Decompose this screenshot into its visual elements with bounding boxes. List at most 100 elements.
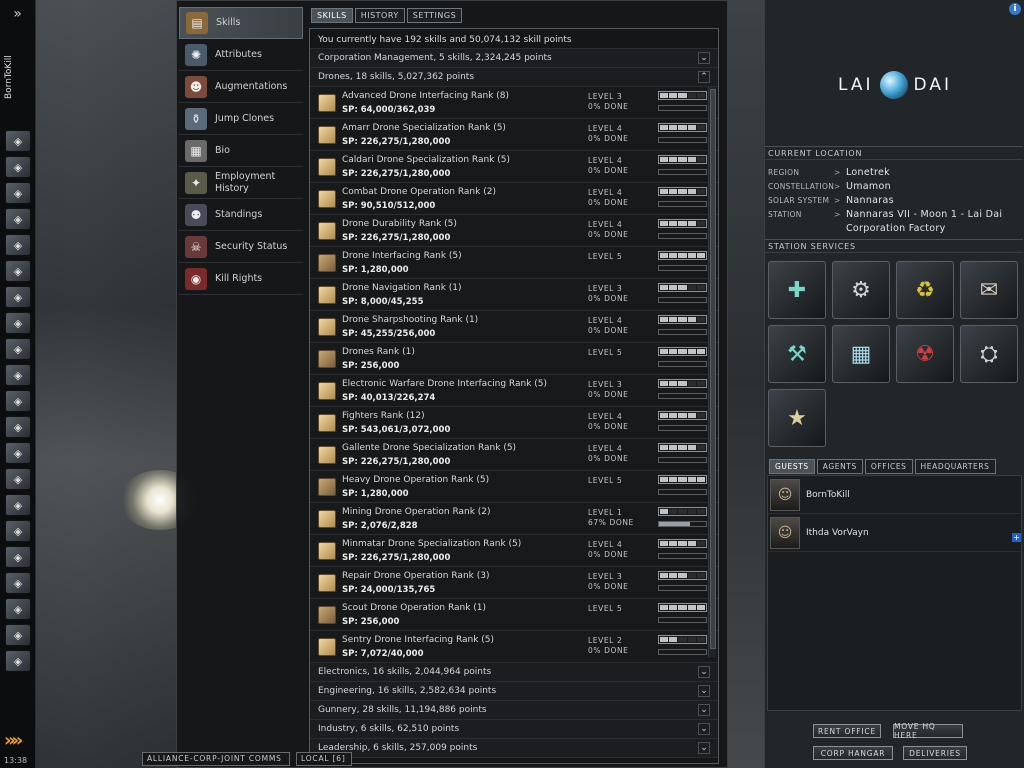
help-icon[interactable]: ◈ — [5, 442, 31, 464]
skill-row[interactable]: Drone Sharpshooting Rank (1) SP: 45,255/2… — [310, 311, 718, 343]
skill-row[interactable]: Sentry Drone Interfacing Rank (5) SP: 7,0… — [310, 631, 718, 663]
corp-hangar-button[interactable]: CORP HANGAR — [813, 746, 893, 760]
skill-group-header[interactable]: Industry, 6 skills, 62,510 points ⌄ — [310, 720, 718, 739]
skills-scrollbar[interactable] — [708, 87, 716, 657]
skill-row[interactable]: Drone Interfacing Rank (5) SP: 1,280,000 L… — [310, 247, 718, 279]
guest-row[interactable]: ☺ BornToKill — [768, 476, 1021, 514]
expand-icon[interactable]: ⌄ — [698, 742, 710, 754]
neocom-toggle-icon[interactable]: »» — [4, 730, 23, 751]
market-icon[interactable]: ✉ — [960, 261, 1018, 319]
guest-name[interactable]: Ithda VorVayn — [806, 528, 869, 538]
skill-row[interactable]: Mining Drone Operation Rank (2) SP: 2,076… — [310, 503, 718, 535]
skill-row[interactable]: Drone Navigation Rank (1) SP: 8,000/45,25… — [310, 279, 718, 311]
people-icon[interactable]: ◈ — [5, 546, 31, 568]
calculator-icon[interactable]: ◈ — [5, 416, 31, 438]
portrait2-icon[interactable]: ◈ — [5, 598, 31, 620]
skill-row[interactable]: Minmatar Drone Specialization Rank (5) SP… — [310, 535, 718, 567]
guest-name[interactable]: BornToKill — [806, 490, 850, 500]
security-office-icon[interactable]: ★ — [768, 389, 826, 447]
expand-icon[interactable]: ⌄ — [698, 685, 710, 697]
factory-icon[interactable]: ▦ — [832, 325, 890, 383]
skill-row[interactable]: Combat Drone Operation Rank (2) SP: 90,51… — [310, 183, 718, 215]
collapse-icon[interactable]: ⌃ — [698, 71, 710, 83]
expand-icon[interactable]: ⌄ — [698, 723, 710, 735]
notepad-icon[interactable]: ◈ — [5, 208, 31, 230]
medical-icon[interactable]: ✚ — [768, 261, 826, 319]
guest-tab-offices[interactable]: OFFICES — [864, 459, 913, 474]
tab-history[interactable]: HISTORY — [354, 8, 405, 23]
skill-group-header[interactable]: Gunnery, 28 skills, 11,194,886 points ⌄ — [310, 701, 718, 720]
scrollbar-thumb[interactable] — [710, 89, 716, 649]
skill-row[interactable]: Heavy Drone Operation Rank (5) SP: 1,280,… — [310, 471, 718, 503]
fleet-icon[interactable]: ◈ — [5, 650, 31, 672]
repair-icon[interactable]: ⚙ — [832, 261, 890, 319]
nav-item-augmentations[interactable]: ☻ Augmentations — [179, 71, 303, 103]
skill-group-header[interactable]: Corporation Management, 5 skills, 2,324,… — [310, 49, 718, 68]
skill-row[interactable]: Advanced Drone Interfacing Rank (8) SP: 6… — [310, 87, 718, 119]
move-hq-here-button[interactable]: MOVE HQ HERE — [893, 722, 963, 740]
chat-tab[interactable]: ALLIANCE-CORP-JOINT COMMS — [142, 752, 290, 766]
portrait-icon[interactable]: ◈ — [5, 156, 31, 178]
skill-row[interactable]: Drone Durability Rank (5) SP: 226,275/1,2… — [310, 215, 718, 247]
neocom-expand-icon[interactable]: » — [0, 0, 35, 28]
skill-row[interactable]: Caldari Drone Specialization Rank (5) SP:… — [310, 151, 718, 183]
nav-item-bio[interactable]: ▦ Bio — [179, 135, 303, 167]
corporation-icon[interactable]: ◈ — [5, 338, 31, 360]
nav-item-jump-clones[interactable]: ⚱ Jump Clones — [179, 103, 303, 135]
skill-row[interactable]: Drones Rank (1) SP: 256,000 LEVEL 5 — [310, 343, 718, 375]
guest-tab-headquarters[interactable]: HEADQUARTERS — [914, 459, 996, 474]
character-sheet-icon[interactable]: ◈ — [5, 130, 31, 152]
fitting-icon[interactable]: ⚒ — [768, 325, 826, 383]
avatar[interactable]: ☺ — [770, 478, 800, 511]
nav-item-standings[interactable]: ⚉ Standings — [179, 199, 303, 231]
journal-icon[interactable]: ◈ — [5, 520, 31, 542]
skill-group-header[interactable]: Drones, 18 skills, 5,027,362 points ⌃ — [310, 68, 718, 87]
expand-icon[interactable]: ⌄ — [698, 704, 710, 716]
neocom-character-name[interactable]: BornToKill — [4, 32, 18, 122]
location-value[interactable]: Nannaras — [846, 194, 1022, 208]
star-map-icon[interactable]: ◈ — [5, 312, 31, 334]
expand-icon[interactable]: ⌄ — [698, 52, 710, 64]
guest-row[interactable]: ☺ Ithda VorVayn — [768, 514, 1021, 552]
nav-item-kill-rights[interactable]: ◉ Kill Rights — [179, 263, 303, 295]
skill-row[interactable]: Gallente Drone Specialization Rank (5) SP… — [310, 439, 718, 471]
expand-plus-icon[interactable]: + — [1012, 533, 1021, 542]
science-icon[interactable]: ◈ — [5, 390, 31, 412]
skill-group-header[interactable]: Electronics, 16 skills, 2,044,964 points… — [310, 663, 718, 682]
expand-icon[interactable]: ⌄ — [698, 666, 710, 678]
deliveries-button[interactable]: DELIVERIES — [903, 746, 967, 760]
ship-hangar-icon[interactable]: ◈ — [5, 260, 31, 282]
nav-item-employment[interactable]: ✦ Employment History — [179, 167, 303, 199]
skill-row[interactable]: Scout Drone Operation Rank (1) SP: 256,00… — [310, 599, 718, 631]
guest-tab-agents[interactable]: AGENTS — [816, 459, 863, 474]
bounty-icon[interactable]: ☢ — [896, 325, 954, 383]
skill-row[interactable]: Repair Drone Operation Rank (3) SP: 24,00… — [310, 567, 718, 599]
nav-item-attributes[interactable]: ✺ Attributes — [179, 39, 303, 71]
skill-group-header[interactable]: Engineering, 16 skills, 2,582,634 points… — [310, 682, 718, 701]
location-value[interactable]: Lonetrek — [846, 166, 1022, 180]
skill-row[interactable]: Electronic Warfare Drone Interfacing Ran… — [310, 375, 718, 407]
reprocessing-icon[interactable]: ♻ — [896, 261, 954, 319]
nav-item-security[interactable]: ☠ Security Status — [179, 231, 303, 263]
mail-icon[interactable]: ◈ — [5, 182, 31, 204]
skill-row[interactable]: Fighters Rank (12) SP: 543,061/3,072,000 L… — [310, 407, 718, 439]
location-value[interactable]: Nannaras VII - Moon 1 - Lai Dai Corporat… — [846, 208, 1022, 236]
info-icon[interactable]: i — [1009, 3, 1021, 15]
contracts-icon[interactable]: ◈ — [5, 572, 31, 594]
assets-icon[interactable]: ◈ — [5, 468, 31, 490]
chat-icon[interactable]: ◈ — [5, 624, 31, 646]
skill-row[interactable]: Amarr Drone Specialization Rank (5) SP: 2… — [310, 119, 718, 151]
guest-tab-guests[interactable]: GUESTS — [769, 459, 815, 474]
wallet-icon[interactable]: ◈ — [5, 494, 31, 516]
refinery-icon[interactable]: ⛭ — [960, 325, 1018, 383]
avatar[interactable]: ☺ — [770, 516, 800, 549]
market-icon[interactable]: ◈ — [5, 234, 31, 256]
tab-settings[interactable]: SETTINGS — [406, 8, 463, 23]
nav-item-skillbook[interactable]: ▤ Skills — [179, 7, 303, 39]
fitting-icon[interactable]: ◈ — [5, 286, 31, 308]
location-value[interactable]: Umamon — [846, 180, 1022, 194]
chat-tab[interactable]: LOCAL [6] — [296, 752, 352, 766]
tab-skills[interactable]: SKILLS — [311, 8, 353, 23]
cargo-icon[interactable]: ◈ — [5, 364, 31, 386]
rent-office-button[interactable]: RENT OFFICE — [813, 724, 881, 738]
